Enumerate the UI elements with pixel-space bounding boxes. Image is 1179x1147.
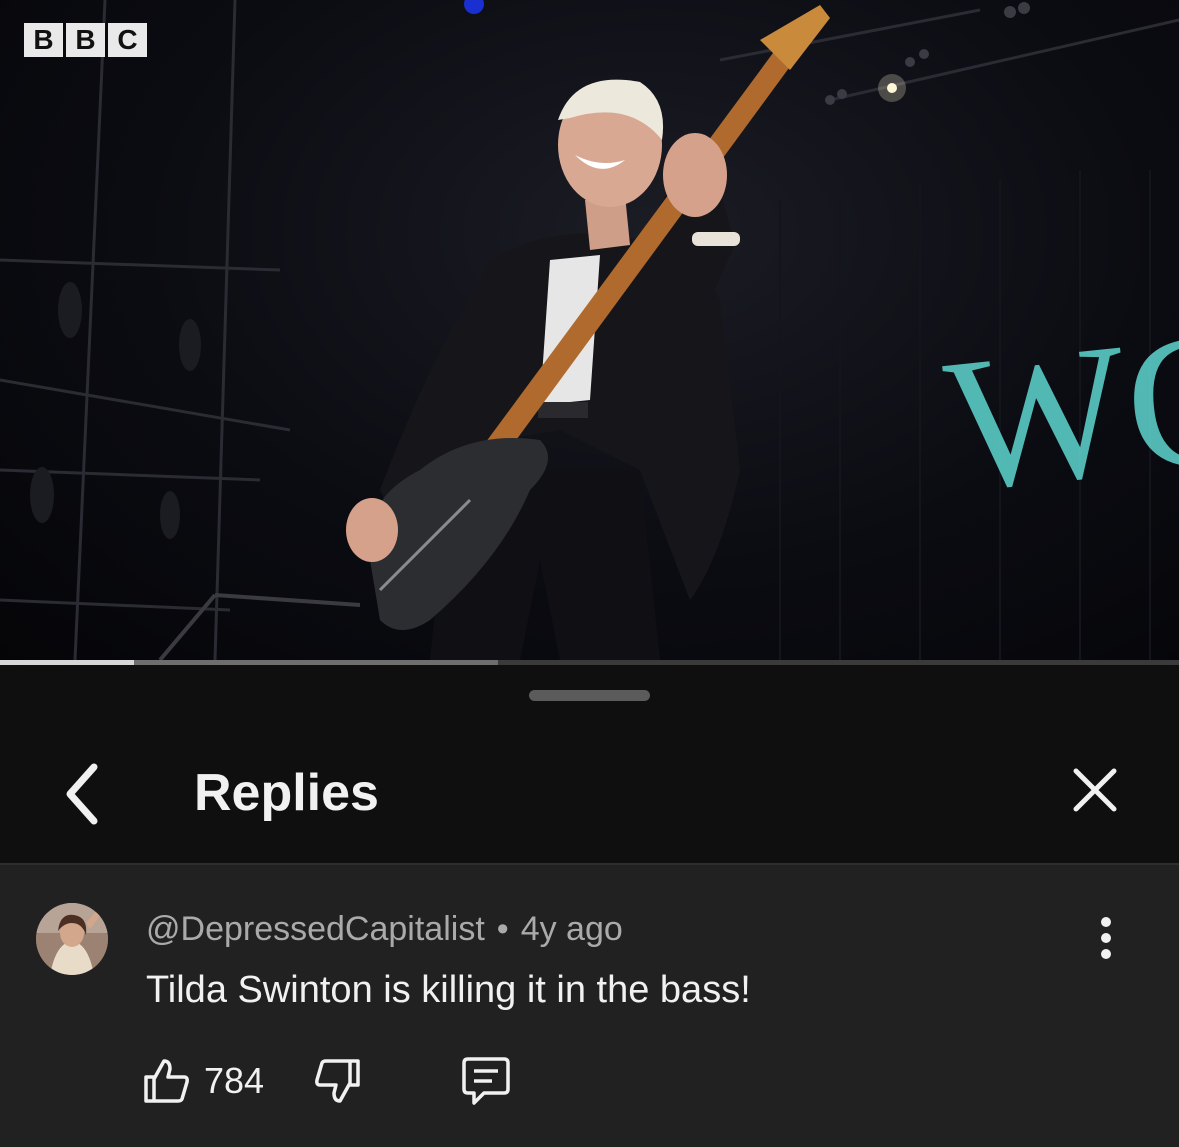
video-frame: WC	[0, 0, 1179, 662]
sheet-header: Replies	[0, 725, 1179, 865]
comment-item: @DepressedCapitalist • 4y ago Tilda Swinto…	[0, 865, 1179, 1147]
comment-text: Tilda Swinton is killing it in the bass!	[146, 969, 751, 1011]
logo-letter: B	[24, 23, 63, 57]
thumbs-up-icon	[144, 1059, 189, 1103]
logo-letter: C	[108, 23, 147, 57]
comment-icon	[462, 1057, 510, 1105]
replies-sheet: Replies @DepressedCapitalist • 4y ago Tild…	[0, 665, 1179, 1147]
logo-letter: B	[66, 23, 105, 57]
video-player[interactable]: WC B B C	[0, 0, 1179, 665]
more-options-button[interactable]	[1086, 913, 1126, 963]
close-button[interactable]	[1064, 759, 1126, 821]
svg-text:WC: WC	[937, 291, 1179, 532]
avatar[interactable]	[36, 903, 108, 975]
comment-time: 4y ago	[520, 910, 623, 948]
comment-author[interactable]: @DepressedCapitalist	[146, 910, 485, 948]
dislike-button[interactable]	[312, 1055, 364, 1107]
like-button[interactable]: 784	[140, 1055, 264, 1107]
meta-separator: •	[496, 910, 509, 948]
back-button[interactable]	[52, 759, 112, 829]
channel-logo: B B C	[24, 23, 147, 57]
more-vertical-icon	[1101, 917, 1111, 959]
like-count: 784	[204, 1060, 265, 1101]
drag-handle[interactable]	[529, 690, 650, 701]
sheet-title: Replies	[194, 764, 379, 822]
chevron-left-icon	[66, 763, 98, 825]
close-icon	[1073, 768, 1117, 812]
reply-button[interactable]	[458, 1055, 514, 1107]
avatar-image	[36, 903, 108, 975]
thumbs-down-icon	[315, 1059, 360, 1103]
comment-meta: @DepressedCapitalist • 4y ago	[146, 909, 623, 949]
